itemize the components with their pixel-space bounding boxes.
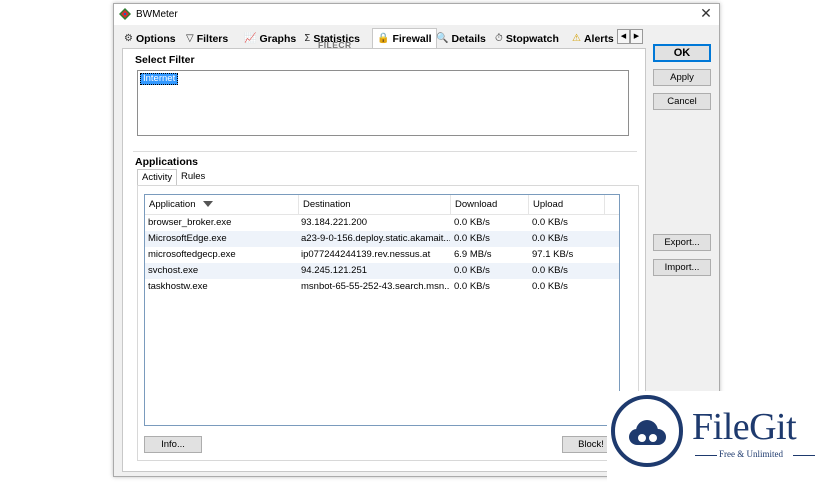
main-tabs: ⚙ Options ▽ Filters 📈 Graphs Σ Statistic… (120, 28, 646, 48)
cell-upload: 0.0 KB/s (532, 281, 568, 292)
tab-scroll-right-button[interactable]: ▶ (630, 29, 643, 44)
cell-upload: 0.0 KB/s (532, 233, 568, 244)
column-destination[interactable]: Destination (299, 195, 451, 214)
cell-application: MicrosoftEdge.exe (148, 233, 227, 244)
divider (793, 455, 815, 456)
tab-options[interactable]: ⚙ Options (124, 30, 176, 47)
tab-alerts[interactable]: ⚠ Alerts (572, 30, 614, 47)
table-row[interactable]: browser_broker.exe 93.184.221.200 0.0 KB… (145, 215, 619, 231)
table-row[interactable]: MicrosoftEdge.exe a23-9-0-156.deploy.sta… (145, 231, 619, 247)
filter-icon: ▽ (186, 33, 194, 44)
cell-application: browser_broker.exe (148, 217, 232, 228)
import-button[interactable]: Import... (653, 259, 711, 276)
filegit-watermark: FileGit Free & Unlimited (607, 391, 836, 484)
activity-list[interactable]: Application Destination Download Upload … (144, 194, 620, 426)
cell-download: 0.0 KB/s (454, 265, 490, 276)
graph-icon: 📈 (244, 33, 257, 44)
tab-stopwatch[interactable]: ⏱ Stopwatch (495, 30, 559, 47)
column-upload[interactable]: Upload (529, 195, 605, 214)
cell-upload: 0.0 KB/s (532, 265, 568, 276)
tab-firewall[interactable]: 🔒 Firewall (372, 28, 437, 48)
table-row[interactable]: microsoftedgecp.exe ip077244244139.rev.n… (145, 247, 619, 263)
firewall-panel: Select Filter Internet Applications Acti… (122, 48, 646, 472)
cloud-icon (629, 420, 666, 445)
tab-filters[interactable]: ▽ Filters (186, 30, 228, 47)
close-icon: ✕ (700, 6, 712, 22)
cell-download: 6.9 MB/s (454, 249, 492, 260)
cell-download: 0.0 KB/s (454, 233, 490, 244)
close-button[interactable]: ✕ (693, 4, 719, 25)
cell-destination: 93.184.221.200 (301, 217, 368, 228)
tab-label: Firewall (392, 32, 432, 45)
stopwatch-icon: ⏱ (495, 33, 503, 44)
lock-icon: 🔒 (377, 33, 390, 44)
list-header: Application Destination Download Upload (145, 195, 619, 215)
app-icon (119, 8, 131, 20)
cell-destination: ip077244244139.rev.nessus.at (301, 249, 431, 260)
sort-descending-icon (203, 201, 214, 208)
tab-label: Filters (196, 32, 229, 45)
tab-label: Graphs (259, 32, 297, 45)
filegit-tagline: Free & Unlimited (719, 449, 783, 459)
apply-button[interactable]: Apply (653, 69, 711, 86)
cell-destination: 94.245.121.251 (301, 265, 368, 276)
divider (695, 455, 717, 456)
ok-button[interactable]: OK (653, 44, 711, 62)
tab-scroll-left-button[interactable]: ◀ (617, 29, 630, 44)
select-filter-title: Select Filter (135, 54, 195, 66)
column-download[interactable]: Download (451, 195, 529, 214)
column-label: Application (149, 199, 196, 210)
gear-icon: ⚙ (124, 33, 133, 44)
cell-upload: 97.1 KB/s (532, 249, 574, 260)
filter-item-internet[interactable]: Internet (140, 73, 179, 85)
column-application[interactable]: Application (145, 195, 299, 214)
cell-application: taskhostw.exe (148, 281, 208, 292)
tab-details[interactable]: 🔍 Details (436, 30, 486, 47)
divider (133, 151, 637, 152)
sigma-icon: Σ (304, 33, 311, 44)
cell-application: microsoftedgecp.exe (148, 249, 236, 260)
subtab-rules[interactable]: Rules (177, 169, 207, 185)
applications-subtabs: Activity Rules (137, 169, 637, 185)
activity-panel: Application Destination Download Upload … (137, 185, 639, 461)
tab-graphs[interactable]: 📈 Graphs (244, 30, 296, 47)
cell-download: 0.0 KB/s (454, 217, 490, 228)
cell-download: 0.0 KB/s (454, 281, 490, 292)
title-bar: BWMeter ✕ (114, 4, 719, 25)
tab-label: Alerts (583, 32, 614, 45)
tab-label: Stopwatch (505, 32, 559, 45)
filegit-logo (611, 395, 683, 467)
window-title: BWMeter (136, 9, 178, 20)
tab-label: Options (135, 32, 176, 45)
cancel-button[interactable]: Cancel (653, 93, 711, 110)
warning-icon: ⚠ (572, 33, 581, 44)
magnifier-icon: 🔍 (436, 33, 449, 44)
tab-scroll: ◀ ▶ (617, 29, 643, 44)
applications-title: Applications (135, 156, 199, 168)
info-button[interactable]: Info... (144, 436, 202, 453)
cell-upload: 0.0 KB/s (532, 217, 568, 228)
filter-list[interactable]: Internet (137, 70, 629, 136)
subtab-activity[interactable]: Activity (137, 169, 177, 185)
cell-destination: msnbot-65-55-252-43.search.msn.... (301, 281, 450, 292)
tab-label: Details (451, 32, 486, 45)
filegit-brand: FileGit (692, 406, 797, 448)
table-row[interactable]: svchost.exe 94.245.121.251 0.0 KB/s 0.0 … (145, 263, 619, 279)
cell-destination: a23-9-0-156.deploy.static.akamait... (301, 233, 450, 244)
table-row[interactable]: taskhostw.exe msnbot-65-55-252-43.search… (145, 279, 619, 295)
cell-application: svchost.exe (148, 265, 199, 276)
export-button[interactable]: Export... (653, 234, 711, 251)
